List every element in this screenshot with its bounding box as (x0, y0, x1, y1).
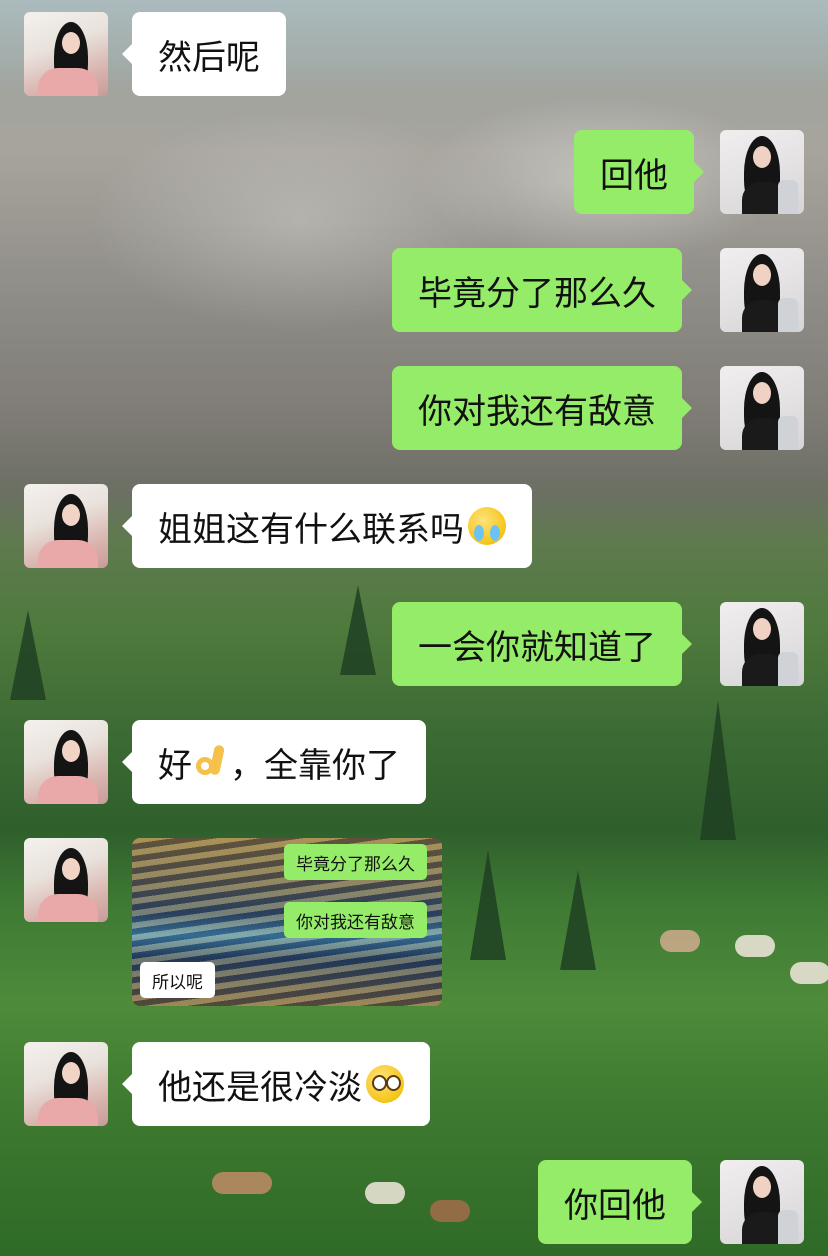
avatar-face (753, 146, 771, 168)
my-avatar[interactable] (720, 366, 804, 450)
crying-laughing-emoji (468, 507, 506, 545)
avatar-clothing (38, 540, 98, 568)
message-bubble-incoming[interactable]: 然后呢 (122, 12, 286, 96)
avatar-face (753, 618, 771, 640)
image-quoted-bubble-incoming: 所以呢 (140, 962, 215, 998)
message-bubble-incoming[interactable]: 姐姐这有什么联系吗 (122, 484, 532, 568)
ok-hand-emoji (194, 743, 228, 781)
avatar-clothing (38, 1098, 98, 1126)
avatar-coat (778, 652, 798, 686)
avatar-face (753, 382, 771, 404)
sheep (430, 1200, 470, 1222)
tree (470, 850, 506, 960)
avatar-face (753, 264, 771, 286)
message-text: 你对我还有敌意 (418, 391, 656, 432)
avatar-coat (778, 180, 798, 214)
message-bubble-outgoing[interactable]: 回他 (574, 130, 704, 214)
sheep (790, 962, 828, 984)
avatar-face (62, 740, 80, 762)
my-avatar[interactable] (720, 130, 804, 214)
message-text: 然后呢 (158, 37, 260, 78)
contact-avatar[interactable] (24, 720, 108, 804)
image-quoted-text: 你对我还有敌意 (296, 912, 415, 933)
avatar-face (62, 504, 80, 526)
message-text: 毕竟分了那么久 (418, 273, 656, 314)
avatar-face (753, 1176, 771, 1198)
my-avatar[interactable] (720, 602, 804, 686)
contact-avatar[interactable] (24, 1042, 108, 1126)
avatar-clothing (38, 68, 98, 96)
message-text: 你回他 (564, 1185, 666, 1226)
message-text: 回他 (600, 155, 668, 196)
pleading-face-emoji (366, 1065, 404, 1103)
sheep (735, 935, 775, 957)
avatar-face (62, 32, 80, 54)
contact-avatar[interactable] (24, 484, 108, 568)
avatar-coat (778, 416, 798, 450)
my-avatar[interactable] (720, 248, 804, 332)
message-bubble-incoming[interactable]: 好 ，全靠你了 (122, 720, 426, 804)
tree (340, 585, 376, 675)
message-bubble-incoming[interactable]: 他还是很冷淡 (122, 1042, 430, 1126)
image-quoted-text: 所以呢 (152, 972, 203, 993)
message-bubble-outgoing[interactable]: 毕竟分了那么久 (392, 248, 692, 332)
tree (10, 610, 46, 700)
avatar-clothing (38, 776, 98, 804)
tree (700, 700, 736, 840)
avatar-coat (778, 1210, 798, 1244)
avatar-face (62, 1062, 80, 1084)
sheep (660, 930, 700, 952)
message-text: 一会你就知道了 (418, 627, 656, 668)
message-text: 好 (158, 745, 192, 786)
avatar-coat (778, 298, 798, 332)
message-bubble-outgoing[interactable]: 一会你就知道了 (392, 602, 692, 686)
avatar-face (62, 858, 80, 880)
message-bubble-outgoing[interactable]: 你回他 (538, 1160, 702, 1244)
tree (560, 870, 596, 970)
image-quoted-bubble-outgoing: 你对我还有敌意 (284, 902, 427, 938)
contact-avatar[interactable] (24, 838, 108, 922)
image-message[interactable]: 毕竟分了那么久 你对我还有敌意 所以呢 (132, 838, 442, 1006)
sheep (365, 1182, 405, 1204)
sheep (212, 1172, 272, 1194)
message-text: ，全靠你了 (230, 745, 400, 786)
message-text: 姐姐这有什么联系吗 (158, 509, 464, 550)
image-quoted-bubble-outgoing: 毕竟分了那么久 (284, 844, 427, 880)
image-quoted-text: 毕竟分了那么久 (296, 854, 415, 875)
message-bubble-outgoing[interactable]: 你对我还有敌意 (392, 366, 692, 450)
avatar-clothing (38, 894, 98, 922)
my-avatar[interactable] (720, 1160, 804, 1244)
message-text: 他还是很冷淡 (158, 1067, 362, 1108)
contact-avatar[interactable] (24, 12, 108, 96)
